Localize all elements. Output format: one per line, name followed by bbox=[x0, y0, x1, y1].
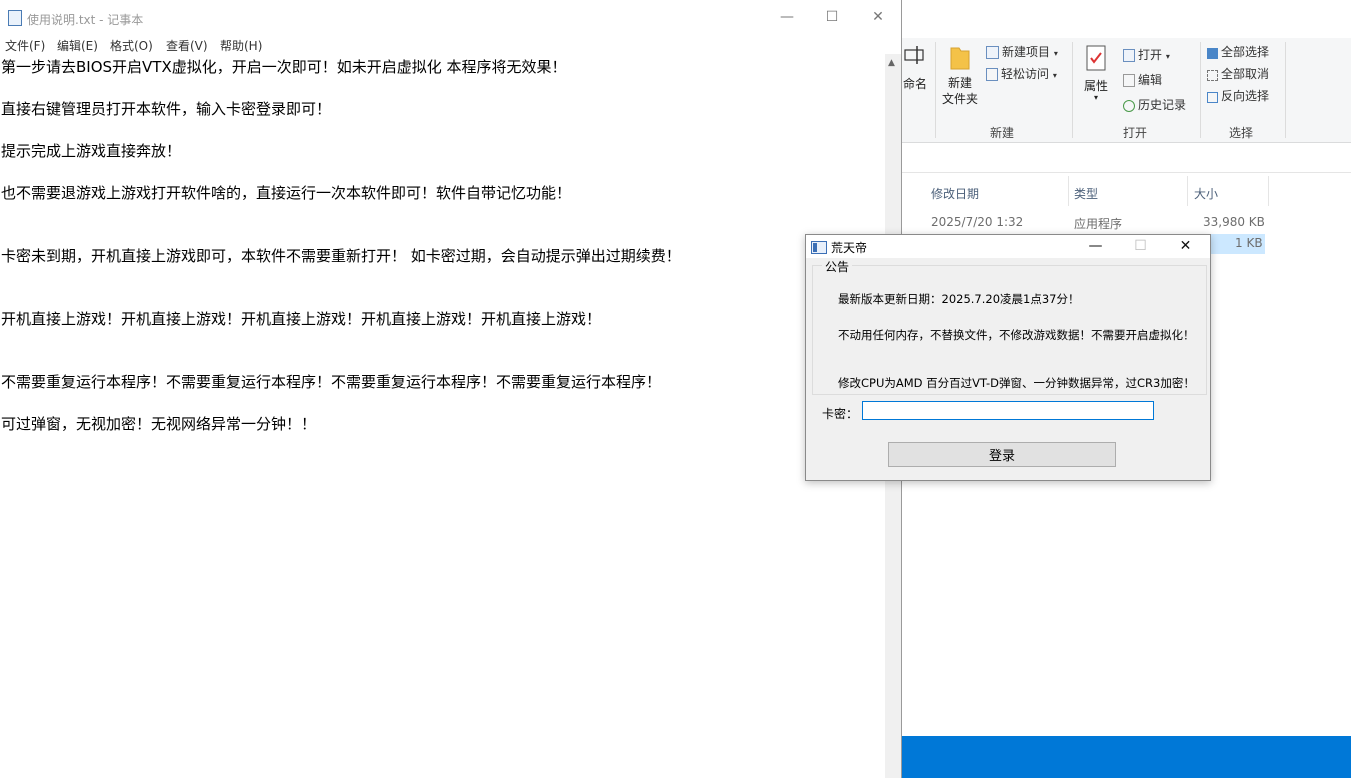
text-line: 也不需要退游戏上游戏打开软件啥的，直接运行一次本软件即可！软件自带记忆功能！ bbox=[1, 184, 572, 202]
select-all-icon bbox=[1207, 48, 1218, 59]
text-line: 第一步请去BIOS开启VTX虚拟化，开启一次即可！如未开启虚拟化 本程序将无效果… bbox=[1, 58, 567, 76]
ribbon-group-new-label: 新建 bbox=[990, 126, 1015, 140]
notepad-icon bbox=[8, 10, 22, 26]
column-separator[interactable] bbox=[1068, 176, 1069, 206]
dropdown-arrow-icon: ▾ bbox=[1052, 71, 1057, 80]
history-button[interactable]: 历史记录 bbox=[1123, 96, 1186, 113]
properties-icon bbox=[1086, 45, 1106, 71]
easy-access-label: 轻松访问 bbox=[1001, 67, 1050, 81]
rename-label: 命名 bbox=[902, 77, 927, 91]
select-none-button[interactable]: 全部取消 bbox=[1207, 65, 1269, 82]
dialog-title: 荒天帝 bbox=[831, 241, 868, 255]
ribbon-separator bbox=[1285, 42, 1286, 138]
explorer-title-bar bbox=[900, 0, 1351, 38]
open-icon bbox=[1123, 49, 1135, 62]
properties-label: 属性 bbox=[1083, 79, 1108, 93]
dropdown-arrow-icon: ▾ bbox=[1053, 49, 1058, 58]
easy-access-icon bbox=[986, 68, 998, 81]
new-item-label: 新建项目 bbox=[1002, 45, 1051, 59]
notice-line: 最新版本更新日期：2025.7.20凌晨1点37分！ bbox=[838, 292, 1080, 306]
select-none-label: 全部取消 bbox=[1221, 67, 1270, 81]
new-folder-button[interactable]: 新建 文件夹 bbox=[938, 44, 982, 107]
folder-icon bbox=[950, 47, 970, 70]
dialog-title-bar[interactable]: 荒天帝 — ☐ ✕ bbox=[806, 235, 1210, 258]
key-label: 卡密： bbox=[822, 407, 859, 421]
ribbon-group-select-label: 选择 bbox=[1229, 126, 1254, 140]
text-line: 开机直接上游戏！开机直接上游戏！开机直接上游戏！开机直接上游戏！开机直接上游戏！ bbox=[1, 310, 602, 328]
notice-line: 修改CPU为AMD 百分百过VT-D弹窗、一分钟数据异常，过CR3加密！ bbox=[838, 376, 1195, 390]
explorer-ribbon: 命名 新建 文件夹 新建项目 ▾ 轻松访问 ▾ 新建 属性 ▾ 打开 ▾ 编辑 … bbox=[900, 38, 1351, 143]
text-line: 提示完成上游戏直接奔放！ bbox=[1, 142, 182, 160]
ribbon-group-open-label: 打开 bbox=[1123, 126, 1148, 140]
scroll-up-arrow-icon[interactable]: ▲ bbox=[888, 58, 895, 68]
history-label: 历史记录 bbox=[1138, 98, 1187, 112]
new-folder-label: 新建 文件夹 bbox=[941, 76, 978, 106]
file-row-size[interactable]: 33,980 KB bbox=[1203, 215, 1265, 229]
ribbon-separator bbox=[935, 42, 936, 138]
file-row-size[interactable]: 1 KB bbox=[1235, 236, 1263, 250]
rename-button[interactable]: 命名 bbox=[900, 42, 930, 92]
select-none-icon bbox=[1207, 70, 1218, 81]
file-row-date[interactable]: 2025/7/20 1:32 bbox=[931, 215, 1023, 229]
edit-icon bbox=[1123, 74, 1135, 87]
notepad-title: 使用说明.txt - 记事本 bbox=[27, 13, 144, 27]
notepad-menu-bar: 文件(F) 编辑(E) 格式(O) 查看(V) 帮助(H) bbox=[0, 34, 901, 54]
menu-help[interactable]: 帮助(H) bbox=[220, 37, 262, 54]
dialog-close-button[interactable]: ✕ bbox=[1163, 235, 1208, 258]
notice-line: 不动用任何内存，不替换文件，不修改游戏数据！不需要开启虚拟化！ bbox=[838, 328, 1195, 342]
column-separator[interactable] bbox=[1268, 176, 1269, 206]
text-line: 直接右键管理员打开本软件，输入卡密登录即可！ bbox=[1, 100, 332, 118]
menu-file[interactable]: 文件(F) bbox=[5, 37, 45, 54]
edit-label: 编辑 bbox=[1138, 73, 1163, 87]
notepad-title-bar[interactable]: 使用说明.txt - 记事本 — ☐ ✕ bbox=[0, 0, 901, 34]
notice-group-label: 公告 bbox=[822, 258, 853, 275]
open-button[interactable]: 打开 ▾ bbox=[1123, 46, 1170, 63]
text-line: 不需要重复运行本程序！不需要重复运行本程序！不需要重复运行本程序！不需要重复运行… bbox=[1, 373, 662, 391]
dropdown-arrow-icon: ▾ bbox=[1165, 52, 1170, 61]
notepad-text-area[interactable]: 第一步请去BIOS开启VTX虚拟化，开启一次即可！如未开启虚拟化 本程序将无效果… bbox=[0, 54, 885, 778]
menu-edit[interactable]: 编辑(E) bbox=[57, 37, 98, 54]
menu-format[interactable]: 格式(O) bbox=[110, 37, 153, 54]
edit-button[interactable]: 编辑 bbox=[1123, 71, 1162, 88]
dialog-maximize-button: ☐ bbox=[1134, 238, 1147, 254]
new-item-icon bbox=[986, 46, 999, 59]
properties-button[interactable]: 属性 ▾ bbox=[1078, 44, 1114, 102]
text-line: 可过弹窗，无视加密！无视网络异常一分钟！！ bbox=[1, 415, 317, 433]
select-all-label: 全部选择 bbox=[1221, 45, 1270, 59]
ribbon-separator bbox=[1200, 42, 1201, 138]
open-label: 打开 bbox=[1138, 48, 1163, 62]
invert-selection-button[interactable]: 反向选择 bbox=[1207, 87, 1269, 104]
app-icon bbox=[811, 241, 827, 254]
column-header-type[interactable]: 类型 bbox=[1074, 185, 1098, 202]
easy-access-button[interactable]: 轻松访问 ▾ bbox=[986, 65, 1057, 82]
new-item-button[interactable]: 新建项目 ▾ bbox=[986, 43, 1058, 60]
notepad-window: 使用说明.txt - 记事本 — ☐ ✕ 文件(F) 编辑(E) 格式(O) 查… bbox=[0, 0, 902, 778]
history-icon bbox=[1123, 100, 1135, 112]
ribbon-separator bbox=[1072, 42, 1073, 138]
invert-selection-label: 反向选择 bbox=[1221, 89, 1270, 103]
close-button[interactable]: ✕ bbox=[855, 0, 901, 34]
minimize-button[interactable]: — bbox=[764, 0, 810, 34]
invert-selection-icon bbox=[1207, 92, 1218, 103]
login-dialog: 荒天帝 — ☐ ✕ 公告 最新版本更新日期：2025.7.20凌晨1点37分！ … bbox=[805, 234, 1211, 481]
column-header-size[interactable]: 大小 bbox=[1194, 185, 1218, 202]
rename-icon bbox=[904, 46, 924, 64]
select-all-button[interactable]: 全部选择 bbox=[1207, 43, 1269, 60]
key-input[interactable] bbox=[862, 401, 1154, 420]
text-line: 卡密未到期，开机直接上游戏即可，本软件不需要重新打开！ 如卡密过期，会自动提示弹… bbox=[1, 247, 681, 265]
dropdown-arrow-icon: ▾ bbox=[1093, 93, 1098, 102]
column-header-date[interactable]: 修改日期 bbox=[931, 185, 979, 202]
menu-view[interactable]: 查看(V) bbox=[166, 37, 208, 54]
column-separator[interactable] bbox=[1187, 176, 1188, 206]
maximize-button[interactable]: ☐ bbox=[809, 0, 855, 34]
address-bar[interactable] bbox=[900, 150, 1351, 173]
file-row-type[interactable]: 应用程序 bbox=[1074, 215, 1122, 232]
dialog-minimize-button[interactable]: — bbox=[1073, 235, 1118, 258]
login-button[interactable]: 登录 bbox=[888, 442, 1116, 467]
